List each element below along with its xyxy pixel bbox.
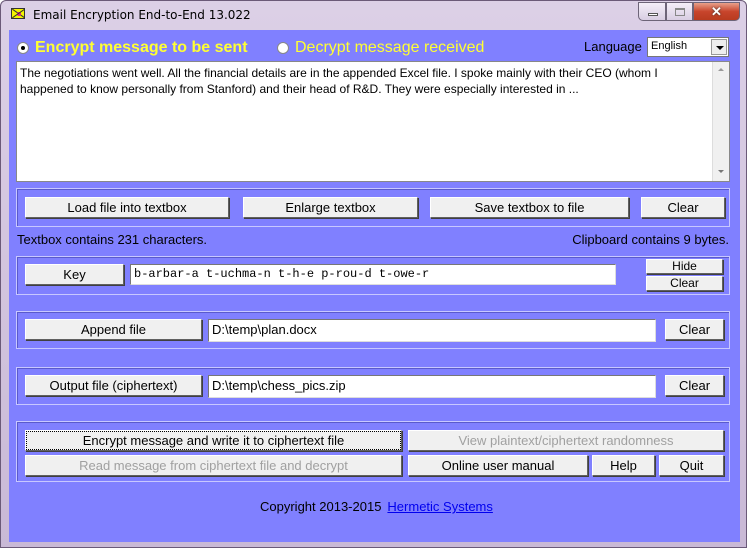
actions-group: Encrypt message and write it to cipherte… (16, 421, 730, 482)
quit-button[interactable]: Quit (659, 455, 724, 476)
decrypt-button[interactable]: Read message from ciphertext file and de… (25, 455, 402, 476)
encrypt-button-label: Encrypt message and write it to cipherte… (26, 431, 401, 450)
clear-textbox-button[interactable]: Clear (641, 197, 725, 218)
key-button[interactable]: Key (25, 264, 124, 285)
view-randomness-button[interactable]: View plaintext/ciphertext randomness (408, 430, 724, 451)
append-file-input[interactable]: D:\temp\plan.docx (208, 319, 656, 342)
output-file-group: Output file (ciphertext) D:\temp\chess_p… (16, 367, 730, 405)
append-file-group: Append file D:\temp\plan.docx Clear (16, 311, 730, 349)
scroll-up-icon[interactable] (718, 68, 724, 71)
textbox-count-status: Textbox contains 231 characters. (17, 232, 208, 247)
decrypt-mode-label: Decrypt message received (295, 39, 485, 56)
client-area: Encrypt message to be sent Decrypt messa… (9, 30, 740, 542)
maximize-icon (675, 8, 685, 16)
language-value: English (651, 40, 688, 52)
language-select[interactable]: English (647, 37, 729, 57)
load-file-button[interactable]: Load file into textbox (25, 197, 229, 218)
app-window: Email Encryption End-to-End 13.022 ✕ Enc… (0, 0, 747, 548)
key-group: Key b-arbar-a t-uchma-n t-h-e p-rou-d t-… (16, 256, 730, 295)
decrypt-mode-radio[interactable]: Decrypt message received (277, 39, 484, 57)
encrypt-mode-radio[interactable]: Encrypt message to be sent (17, 39, 248, 57)
close-icon: ✕ (711, 4, 722, 19)
vertical-scrollbar[interactable] (712, 62, 729, 181)
clear-key-button[interactable]: Clear (646, 276, 723, 291)
minimize-button[interactable] (638, 2, 666, 21)
output-file-input[interactable]: D:\temp\chess_pics.zip (208, 375, 656, 398)
envelope-icon (11, 8, 25, 19)
output-file-button[interactable]: Output file (ciphertext) (25, 375, 202, 396)
online-manual-button[interactable]: Online user manual (408, 455, 588, 476)
enlarge-textbox-button[interactable]: Enlarge textbox (243, 197, 418, 218)
window-title: Email Encryption End-to-End 13.022 (33, 8, 251, 22)
hide-key-button[interactable]: Hide (646, 259, 723, 274)
close-button[interactable]: ✕ (693, 2, 740, 21)
clipboard-status: Clipboard contains 9 bytes. (572, 232, 729, 247)
maximize-button[interactable] (666, 2, 693, 21)
radio-selected-icon (17, 42, 29, 54)
radio-unselected-icon (277, 42, 289, 54)
append-file-button[interactable]: Append file (25, 319, 202, 340)
title-bar[interactable]: Email Encryption End-to-End 13.022 ✕ (1, 1, 746, 29)
hermetic-systems-link[interactable]: Hermetic Systems (387, 499, 492, 514)
copyright-footer: Copyright 2013-2015 Hermetic Systems (260, 499, 493, 514)
encrypt-button[interactable]: Encrypt message and write it to cipherte… (25, 430, 402, 451)
message-textbox[interactable]: The negotiations went well. All the fina… (16, 61, 730, 182)
minimize-icon (648, 13, 658, 16)
clear-output-button[interactable]: Clear (665, 375, 724, 396)
chevron-down-icon[interactable] (711, 39, 727, 55)
key-input[interactable]: b-arbar-a t-uchma-n t-h-e p-rou-d t-owe-… (130, 264, 616, 285)
help-button[interactable]: Help (592, 455, 655, 476)
clear-append-button[interactable]: Clear (665, 319, 724, 340)
textbox-buttons-group: Load file into textbox Enlarge textbox S… (16, 188, 730, 227)
save-textbox-button[interactable]: Save textbox to file (430, 197, 629, 218)
encrypt-mode-label: Encrypt message to be sent (35, 39, 248, 56)
copyright-text: Copyright 2013-2015 (260, 499, 382, 514)
language-label: Language (584, 39, 642, 54)
message-text: The negotiations went well. All the fina… (20, 66, 658, 96)
scroll-down-icon[interactable] (718, 170, 724, 173)
